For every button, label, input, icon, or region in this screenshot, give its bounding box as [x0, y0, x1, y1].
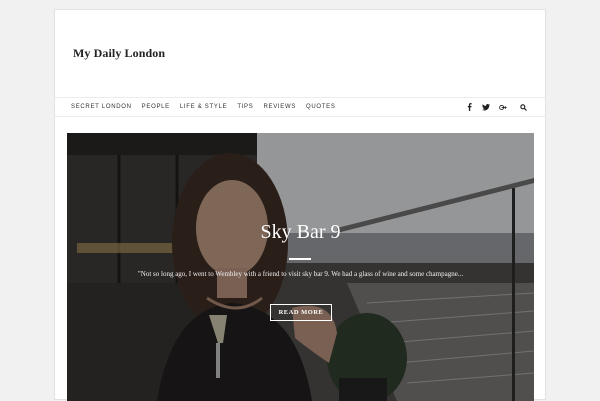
featured-post[interactable]: Sky Bar 9 "Not so long ago, I went to We…	[67, 133, 534, 401]
featured-post-title[interactable]: Sky Bar 9	[67, 221, 534, 244]
nav-item-secret-london[interactable]: SECRET LONDON	[71, 104, 132, 110]
google-plus-icon[interactable]	[499, 104, 507, 111]
facebook-icon[interactable]	[465, 103, 473, 111]
page-container: My Daily London SECRET LONDON PEOPLE LIF…	[54, 9, 546, 401]
featured-post-excerpt: "Not so long ago, I went to Wembley with…	[137, 270, 464, 278]
read-more-button[interactable]: READ MORE	[270, 304, 332, 321]
twitter-icon[interactable]	[482, 103, 490, 111]
nav-item-reviews[interactable]: REVIEWS	[263, 104, 296, 110]
site-title[interactable]: My Daily London	[73, 46, 165, 61]
nav-item-quotes[interactable]: QUOTES	[306, 104, 336, 110]
main-navigation: SECRET LONDON PEOPLE LIFE & STYLE TIPS R…	[55, 97, 545, 117]
nav-item-life-style[interactable]: LIFE & STYLE	[180, 104, 227, 110]
featured-post-image	[67, 133, 534, 401]
nav-item-people[interactable]: PEOPLE	[142, 104, 170, 110]
title-divider	[289, 258, 311, 260]
nav-item-tips[interactable]: TIPS	[237, 104, 253, 110]
search-icon[interactable]	[519, 103, 527, 111]
